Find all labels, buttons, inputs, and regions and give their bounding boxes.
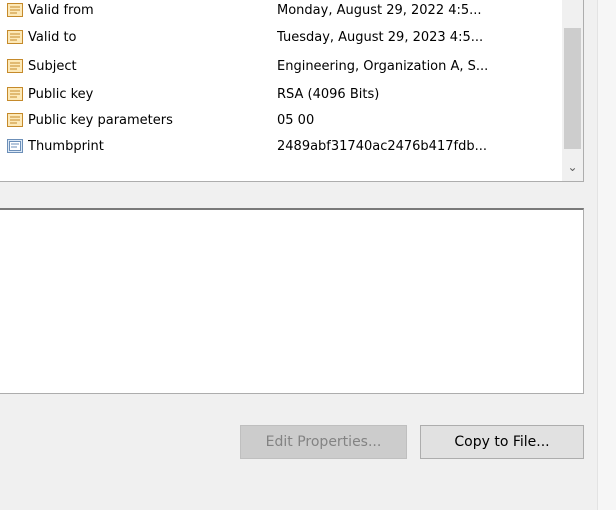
certificate-field-icon	[7, 113, 23, 127]
certificate-field-icon	[7, 59, 23, 73]
certificate-field-icon	[7, 30, 23, 44]
certificate-property-icon	[7, 139, 23, 153]
edit-properties-button[interactable]: Edit Properties...	[240, 425, 407, 459]
field-row-thumbprint[interactable]: Thumbprint 2489abf31740ac2476b417fdb...	[0, 136, 562, 156]
field-row-subject[interactable]: Subject Engineering, Organization A, S..…	[0, 56, 562, 76]
field-name: Valid from	[28, 2, 94, 18]
field-row-valid-to[interactable]: Valid to Tuesday, August 29, 2023 4:5...	[0, 27, 562, 47]
field-value-preview[interactable]	[0, 208, 584, 394]
field-name: Valid to	[28, 29, 77, 45]
certificate-field-icon	[7, 87, 23, 101]
certificate-fields-list[interactable]: Valid from Monday, August 29, 2022 4:5..…	[0, 0, 584, 182]
field-row-public-key-parameters[interactable]: Public key parameters 05 00	[0, 110, 562, 130]
field-name: Subject	[28, 58, 77, 74]
scroll-down-arrow-icon[interactable]: ⌄	[562, 158, 583, 175]
window-right-edge	[597, 0, 616, 510]
field-value: Monday, August 29, 2022 4:5...	[277, 2, 482, 18]
field-value: 05 00	[277, 112, 315, 128]
field-value: Engineering, Organization A, S...	[277, 58, 489, 74]
certificate-details-tab: Valid from Monday, August 29, 2022 4:5..…	[0, 0, 616, 510]
field-row-valid-from[interactable]: Valid from Monday, August 29, 2022 4:5..…	[0, 0, 562, 20]
field-row-public-key[interactable]: Public key RSA (4096 Bits)	[0, 84, 562, 104]
field-name: Public key parameters	[28, 112, 173, 128]
field-name: Thumbprint	[28, 138, 104, 154]
field-value: Tuesday, August 29, 2023 4:5...	[277, 29, 484, 45]
field-value: RSA (4096 Bits)	[277, 86, 380, 102]
copy-to-file-button[interactable]: Copy to File...	[420, 425, 584, 459]
scrollbar-thumb[interactable]	[564, 28, 581, 149]
field-value: 2489abf31740ac2476b417fdb...	[277, 138, 487, 154]
vertical-scrollbar[interactable]: ⌄	[562, 0, 583, 181]
certificate-field-icon	[7, 3, 23, 17]
field-name: Public key	[28, 86, 94, 102]
